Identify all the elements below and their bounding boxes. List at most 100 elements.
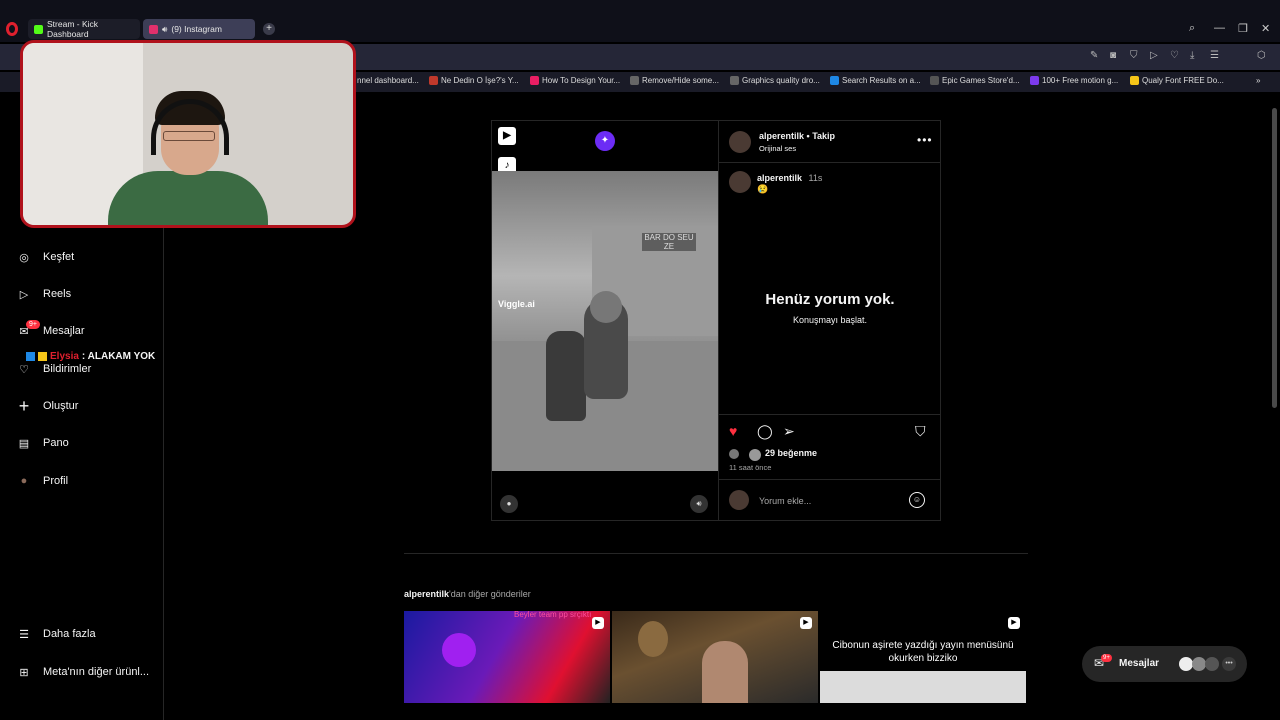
tab-label: Stream - Kick Dashboard bbox=[47, 19, 99, 39]
glasses-icon bbox=[163, 131, 215, 141]
speaker-icon: 🔊︎ bbox=[162, 23, 168, 34]
post-actions: ♥ ◯ ➢ ⛉ 29 beğenme 11 saat önce Yorum ek… bbox=[719, 414, 941, 520]
post-media[interactable]: ▶ ♪ ✦ BAR DO SEU ZE Viggle.ai ● 🔊︎ bbox=[492, 121, 718, 520]
sidebar-item-profile[interactable]: ● Profil bbox=[16, 473, 68, 489]
avatar bbox=[1179, 657, 1193, 671]
camera-icon[interactable]: ◙ bbox=[1110, 50, 1116, 61]
sidebar-item-explore[interactable]: ◎ Keşfet bbox=[16, 249, 74, 265]
like-icon[interactable]: ♥ bbox=[729, 423, 737, 439]
messages-pill-label: Mesajlar bbox=[1119, 658, 1160, 669]
bookmark-label: 100+ Free motion g... bbox=[1042, 76, 1119, 85]
bookmark[interactable]: Qualy Font FREE Do... bbox=[1130, 76, 1224, 85]
sidebar-item-label: Profil bbox=[43, 475, 69, 487]
bookmark-favicon-icon bbox=[1030, 76, 1039, 85]
more-post-thumbnail[interactable]: Cibonun aşirete yazdığı yayın menüsünü o… bbox=[820, 611, 1026, 703]
reel-icon: ▶ bbox=[800, 617, 812, 629]
like-count[interactable]: 29 beğenme bbox=[765, 448, 817, 458]
new-tab-button[interactable]: + bbox=[263, 23, 275, 35]
sidebar-item-dashboard[interactable]: ▤ Pano bbox=[16, 435, 69, 451]
play-icon[interactable]: ▷ bbox=[1150, 50, 1158, 61]
volume-icon[interactable]: 🔊︎ bbox=[690, 495, 708, 513]
follow-button[interactable]: Takip bbox=[812, 131, 835, 141]
bookmark-label: Epic Games Store'd... bbox=[942, 76, 1020, 85]
tab-kick-dashboard[interactable]: Stream - Kick Dashboard bbox=[28, 19, 140, 39]
chat-username: Elysia bbox=[50, 351, 79, 362]
comment-icon[interactable]: ◯ bbox=[757, 423, 773, 440]
messages-pill[interactable]: ✉ 9+ Mesajlar ••• bbox=[1082, 646, 1247, 682]
chat-badge-icon bbox=[38, 352, 47, 361]
caption-username[interactable]: alperentilk bbox=[757, 173, 802, 183]
sidebar-item-meta-apps[interactable]: ⊞ Meta'nın diğer ürünl... bbox=[16, 664, 149, 680]
caption-author[interactable]: alperentilk 11s bbox=[757, 173, 822, 183]
compass-icon: ◎ bbox=[19, 251, 29, 264]
thumb-caption: Beyler team pp srçıktı bbox=[514, 611, 592, 619]
more-post-thumbnail[interactable]: ▶ bbox=[612, 611, 818, 703]
bookmarks-overflow-icon[interactable]: » bbox=[1256, 76, 1260, 85]
sidebar-item-create[interactable]: + Oluştur bbox=[16, 395, 79, 416]
share-icon[interactable]: ➢ bbox=[783, 423, 795, 440]
post-author[interactable]: alperentilk • Takip bbox=[759, 131, 835, 141]
bookmark[interactable]: 100+ Free motion g... bbox=[1030, 76, 1118, 85]
comment-input[interactable]: Yorum ekle... bbox=[759, 496, 811, 506]
sidebar-item-label: Oluştur bbox=[43, 400, 79, 412]
heart-icon[interactable]: ♡ bbox=[1170, 50, 1179, 61]
search-icon[interactable]: ⌕ bbox=[1189, 22, 1195, 35]
sidebar-item-label: Bildirimler bbox=[43, 363, 92, 375]
ai-sparkle-icon[interactable]: ✦ bbox=[595, 131, 615, 151]
bookmark[interactable]: Graphics quality dro... bbox=[730, 76, 820, 85]
download-icon[interactable]: ⤓ bbox=[1190, 50, 1194, 61]
tagged-user-icon[interactable]: ● bbox=[500, 495, 518, 513]
avatar: ● bbox=[20, 475, 28, 487]
extension-icon[interactable]: ⬡ bbox=[1257, 50, 1266, 61]
bookmark-label: How To Design Your... bbox=[542, 76, 621, 85]
close-button[interactable]: ✕ bbox=[1261, 22, 1270, 35]
more-post-thumbnail[interactable]: Beyler team pp srçıktı ▶ bbox=[404, 611, 610, 703]
bookmark[interactable]: Ne Dedin O İşe?'s Y... bbox=[429, 76, 519, 85]
more-posts-title-rest: 'dan diğer gönderiler bbox=[449, 589, 531, 599]
plus-icon: + bbox=[18, 395, 30, 416]
avatar[interactable] bbox=[729, 171, 751, 193]
avatar[interactable] bbox=[729, 131, 751, 153]
tab-instagram[interactable]: 🔊︎ (9) Instagram bbox=[143, 19, 255, 39]
more-posts-username[interactable]: alperentilk bbox=[404, 589, 449, 599]
sidebar-item-more[interactable]: ☰ Daha fazla bbox=[16, 626, 96, 642]
opera-logo-icon[interactable] bbox=[6, 22, 18, 36]
more-options-icon[interactable]: ••• bbox=[917, 133, 933, 147]
maximize-button[interactable]: ❐ bbox=[1238, 22, 1248, 35]
edit-icon[interactable]: ✎ bbox=[1090, 50, 1098, 61]
original-audio-link[interactable]: Orijinal ses bbox=[759, 144, 796, 153]
bookmark[interactable]: Search Results on a... bbox=[830, 76, 921, 85]
post-modal: ▶ ♪ ✦ BAR DO SEU ZE Viggle.ai ● 🔊︎ alper… bbox=[491, 120, 941, 521]
chat-badge-icon bbox=[26, 352, 35, 361]
no-comments-title: Henüz yorum yok. bbox=[765, 291, 895, 308]
kick-favicon-icon bbox=[34, 24, 43, 34]
emoji-icon[interactable]: ☺ bbox=[909, 492, 925, 508]
video-download-extension-icon[interactable]: ▶ bbox=[498, 127, 516, 145]
reel-video[interactable]: BAR DO SEU ZE Viggle.ai bbox=[492, 171, 718, 471]
sidebar-item-reels[interactable]: ▷ Reels bbox=[16, 286, 71, 302]
bookmark[interactable]: How To Design Your... bbox=[530, 76, 620, 85]
scrollbar-thumb[interactable] bbox=[1272, 108, 1277, 408]
bookmark-favicon-icon bbox=[429, 76, 438, 85]
shield-icon[interactable]: ⛉ bbox=[1130, 50, 1138, 61]
post-details-panel: alperentilk • Takip Orijinal ses ••• alp… bbox=[718, 121, 941, 520]
menu-icon: ☰ bbox=[19, 628, 29, 641]
viggle-watermark: Viggle.ai bbox=[498, 299, 535, 309]
bookmark[interactable]: Epic Games Store'd... bbox=[930, 76, 1020, 85]
post-username[interactable]: alperentilk bbox=[759, 131, 804, 141]
menu-icon[interactable]: ☰ bbox=[1210, 50, 1219, 61]
sidebar-item-notifications[interactable]: ♡ Bildirimler bbox=[16, 361, 91, 377]
liker-avatar bbox=[729, 449, 739, 459]
bookmark-icon[interactable]: ⛉ bbox=[915, 423, 926, 440]
reels-icon: ▷ bbox=[19, 288, 29, 301]
minimize-button[interactable]: — bbox=[1214, 22, 1225, 34]
bookmark[interactable]: Remove/Hide some... bbox=[630, 76, 719, 85]
more-icon: ••• bbox=[1222, 657, 1236, 671]
sidebar-item-label: Meta'nın diğer ürünl... bbox=[43, 666, 150, 678]
messages-badge: 9+ bbox=[26, 320, 40, 329]
bookmark-label: Ne Dedin O İşe?'s Y... bbox=[441, 76, 519, 85]
bookmark-label: Search Results on a... bbox=[842, 76, 921, 85]
thumb-graphic bbox=[702, 641, 748, 703]
bookmark[interactable]: nnel dashboard... bbox=[357, 76, 419, 85]
video-character bbox=[546, 331, 586, 421]
